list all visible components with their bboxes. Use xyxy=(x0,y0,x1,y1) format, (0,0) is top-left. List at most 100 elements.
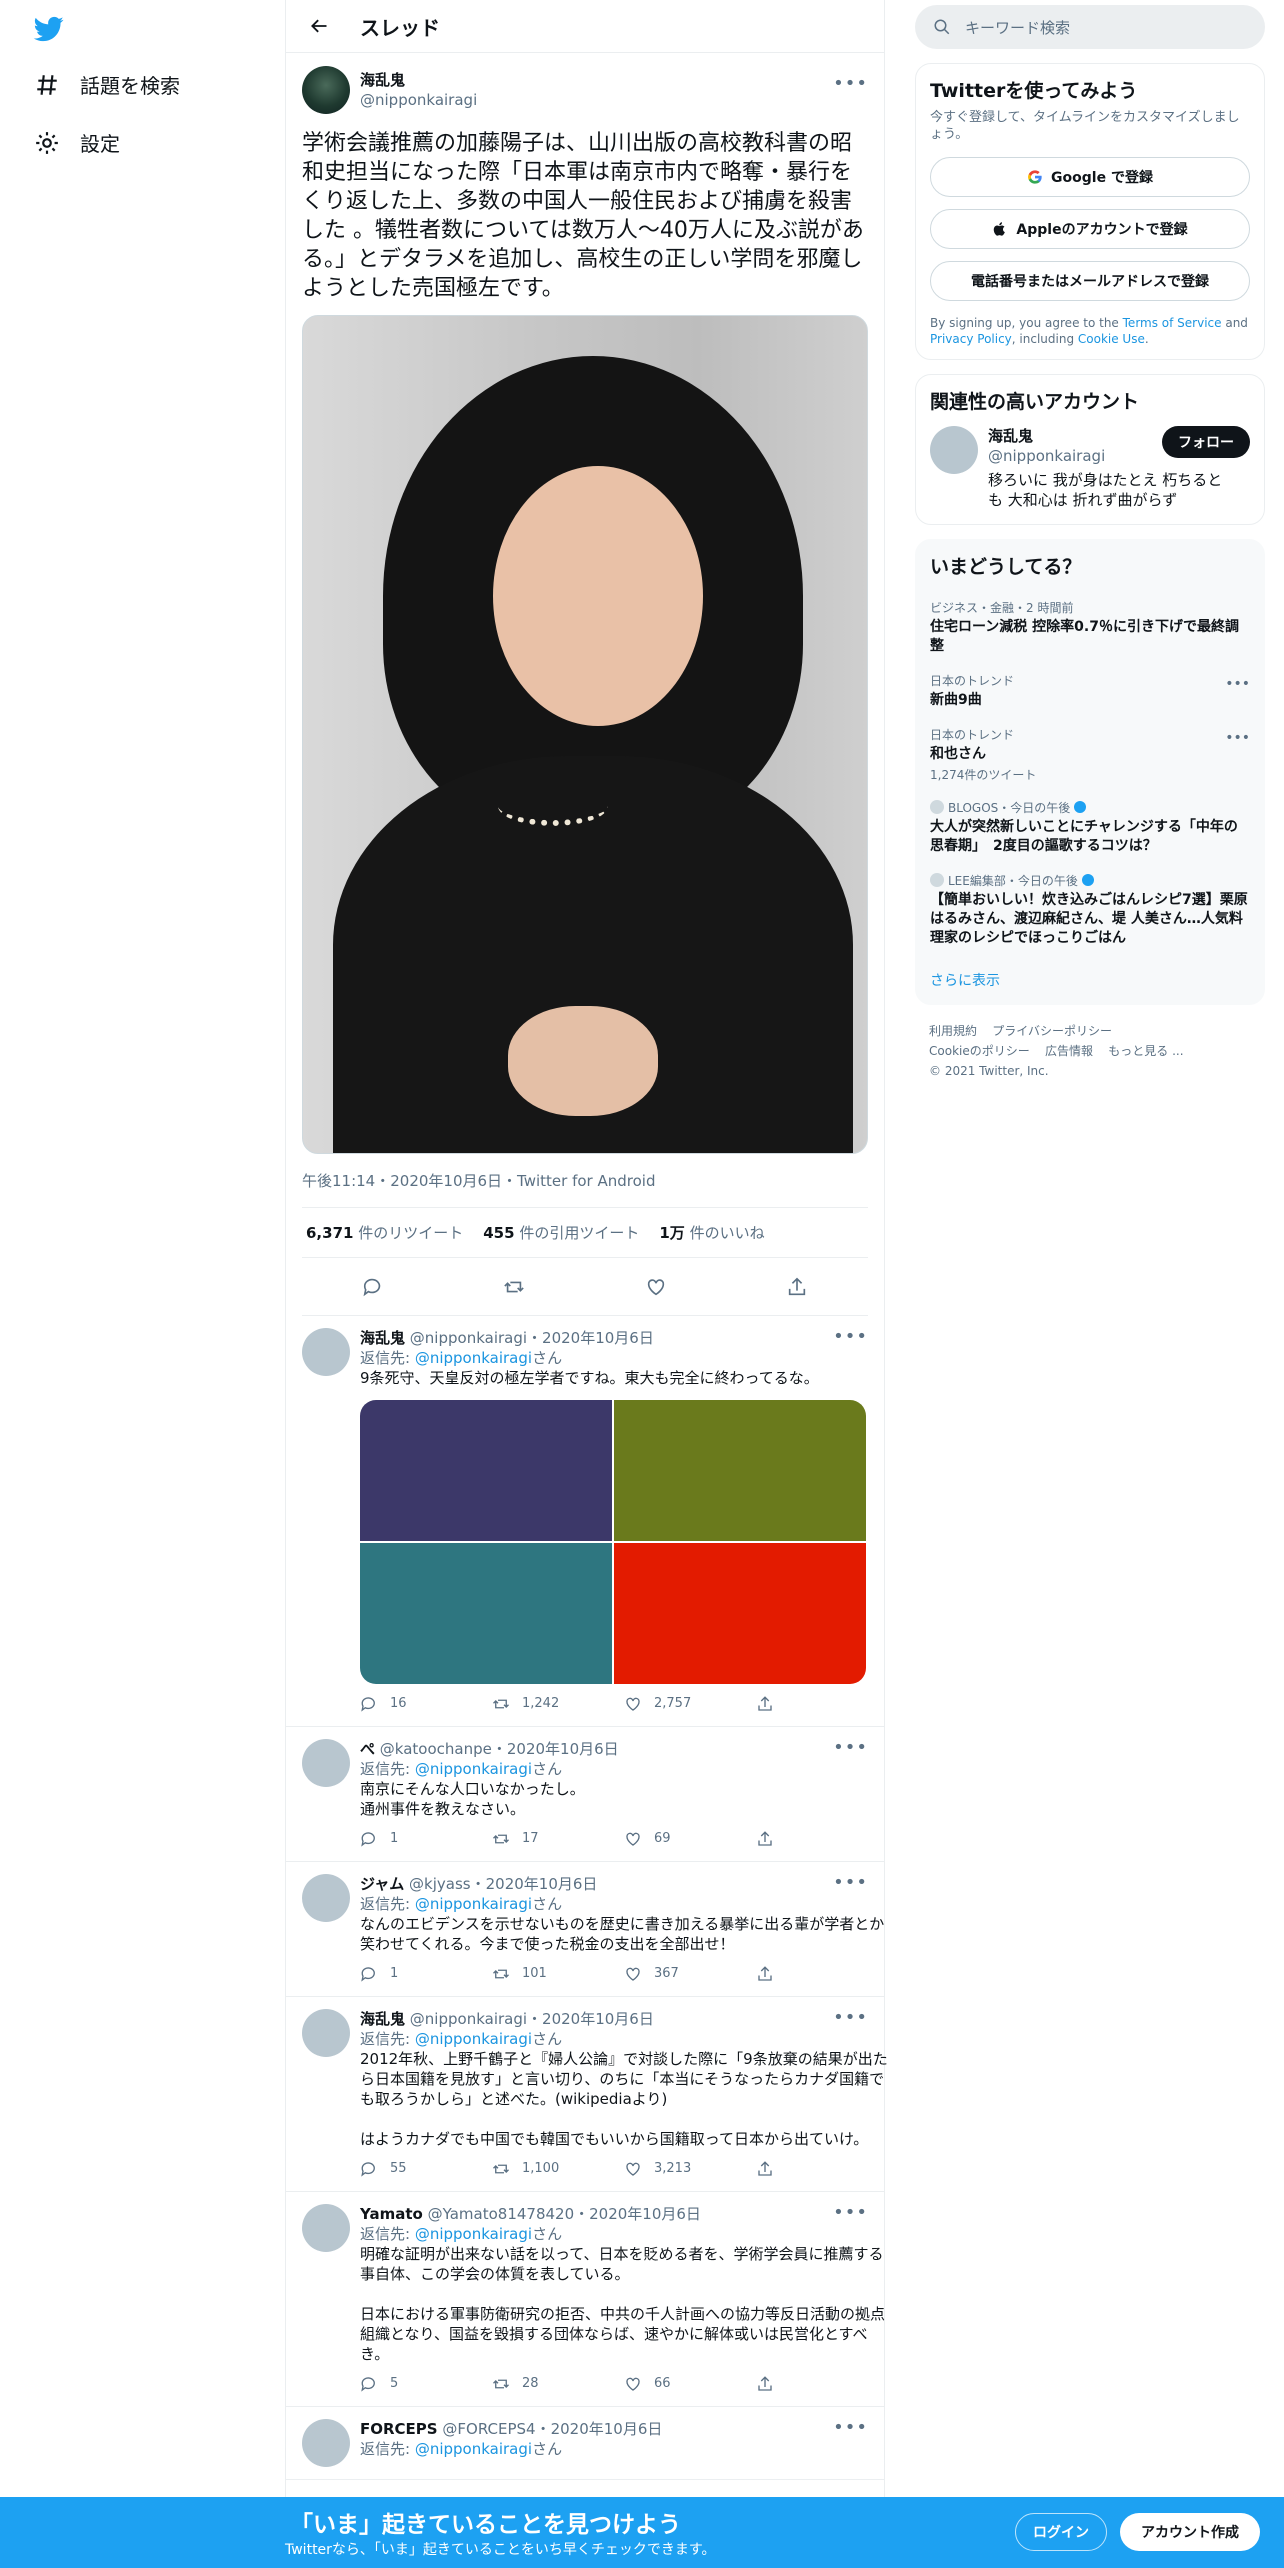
footer-link[interactable]: 利用規約 xyxy=(929,1024,977,1038)
reply-tweet[interactable]: ジャム @kjyass・2020年10月6日 返信先: @nipponkaira… xyxy=(286,1862,884,1997)
trend-item[interactable]: BLOGOS・今日の午後 大人が突然新しいことにチャレンジする「中年の思春期」 … xyxy=(916,791,1264,864)
tweet-author[interactable]: 海乱鬼 @nipponkairagi ••• xyxy=(302,65,868,115)
media-tile[interactable] xyxy=(360,1400,612,1541)
reply-date[interactable]: ・2020年10月6日 xyxy=(492,1740,619,1758)
tweet-photo[interactable] xyxy=(302,315,868,1154)
media-tile[interactable] xyxy=(360,1543,612,1684)
retweet-button[interactable]: 1,242 xyxy=(492,1694,624,1714)
reply-author-handle[interactable]: @nipponkairagi xyxy=(410,1329,527,1347)
reply-date[interactable]: ・2020年10月6日 xyxy=(471,1875,598,1893)
avatar[interactable] xyxy=(302,1739,350,1787)
more-options-icon[interactable]: ••• xyxy=(833,2417,868,2438)
avatar[interactable] xyxy=(302,2419,350,2467)
more-options-icon[interactable]: ••• xyxy=(833,2202,868,2223)
retweet-icon[interactable] xyxy=(503,1276,525,1298)
share-button[interactable] xyxy=(756,2159,888,2179)
more-options-icon[interactable]: ••• xyxy=(1225,730,1250,746)
like-button[interactable]: 69 xyxy=(624,1829,756,1849)
like-button[interactable]: 66 xyxy=(624,2374,756,2394)
reply-button[interactable]: 55 xyxy=(360,2159,492,2179)
like-button[interactable]: 2,757 xyxy=(624,1694,756,1714)
share-button[interactable] xyxy=(756,1964,888,1984)
reply-icon[interactable] xyxy=(362,1276,384,1298)
reply-button[interactable]: 16 xyxy=(360,1694,492,1714)
retweet-button[interactable]: 101 xyxy=(492,1964,624,1984)
reply-to-link[interactable]: @nipponkairagi xyxy=(415,2440,532,2458)
avatar[interactable] xyxy=(302,1874,350,1922)
reply-tweet[interactable]: Yamato @Yamato81478420・2020年10月6日 返信先: @… xyxy=(286,2192,885,2407)
more-options-icon[interactable]: ••• xyxy=(833,2007,868,2028)
reply-author-handle[interactable]: @FORCEPS4 xyxy=(442,2420,535,2438)
more-options-icon[interactable]: ••• xyxy=(833,1737,868,1758)
reply-date[interactable]: ・2020年10月6日 xyxy=(527,2010,654,2028)
reply-to-link[interactable]: @nipponkairagi xyxy=(415,1895,532,1913)
reply-tweet[interactable]: 海乱鬼 @nipponkairagi・2020年10月6日 返信先: @nipp… xyxy=(286,1997,888,2192)
reply-media-grid[interactable] xyxy=(360,1400,866,1684)
reply-tweet[interactable]: 海乱鬼 @nipponkairagi・2020年10月6日 返信先: @nipp… xyxy=(286,1316,884,1727)
reply-to-link[interactable]: @nipponkairagi xyxy=(415,1760,532,1778)
share-button[interactable] xyxy=(756,1829,888,1849)
reply-button[interactable]: 1 xyxy=(360,1829,492,1849)
trend-item[interactable]: ビジネス・金融・2 時間前 住宅ローン減税 控除率0.7％に引き下げで最終調整 xyxy=(916,591,1264,664)
footer-link[interactable]: プライバシーポリシー xyxy=(992,1024,1112,1038)
reply-date[interactable]: ・2020年10月6日 xyxy=(574,2205,701,2223)
retweet-button[interactable]: 28 xyxy=(492,2374,624,2394)
avatar[interactable] xyxy=(302,2204,350,2252)
reply-button[interactable]: 5 xyxy=(360,2374,492,2394)
more-options-icon[interactable]: ••• xyxy=(1225,676,1250,692)
reply-tweet[interactable]: ぺ @katoochanpe・2020年10月6日 返信先: @nipponka… xyxy=(286,1727,884,1862)
reply-author-handle[interactable]: @Yamato81478420 xyxy=(428,2205,575,2223)
like-stat[interactable]: 1万 件のいいね xyxy=(659,1222,764,1243)
reply-author-name[interactable]: Yamato xyxy=(360,2205,423,2223)
media-tile[interactable] xyxy=(614,1543,866,1684)
login-button[interactable]: ログイン xyxy=(1015,2513,1107,2551)
related-account[interactable]: 海乱鬼 @nipponkairagi 移ろいに 我が身はたとえ 朽ちるとも 大和… xyxy=(916,426,1264,524)
terms-of-service-link[interactable]: Terms of Service xyxy=(1123,316,1222,330)
privacy-policy-link[interactable]: Privacy Policy xyxy=(930,332,1012,346)
phone-email-signup-button[interactable]: 電話番号またはメールアドレスで登録 xyxy=(930,261,1250,301)
reply-button[interactable]: 1 xyxy=(360,1964,492,1984)
trend-item[interactable]: 日本のトレンド 新曲9曲 ••• xyxy=(916,664,1264,718)
avatar[interactable] xyxy=(302,1328,350,1376)
reply-to-link[interactable]: @nipponkairagi xyxy=(415,2030,532,2048)
google-signup-button[interactable]: Google で登録 xyxy=(930,157,1250,197)
footer-link[interactable]: もっと見る ... xyxy=(1108,1044,1183,1058)
media-tile[interactable] xyxy=(614,1400,866,1541)
reply-author-handle[interactable]: @kjyass xyxy=(409,1875,471,1893)
reply-author-name[interactable]: FORCEPS xyxy=(360,2420,438,2438)
signup-button[interactable]: アカウント作成 xyxy=(1120,2513,1260,2551)
trend-item[interactable]: 日本のトレンド 和也さん 1,274件のツイート ••• xyxy=(916,718,1264,791)
more-options-icon[interactable]: ••• xyxy=(833,73,868,94)
share-icon[interactable] xyxy=(786,1276,808,1298)
avatar[interactable] xyxy=(302,2009,350,2057)
reply-author-name[interactable]: 海乱鬼 xyxy=(360,1329,405,1347)
share-button[interactable] xyxy=(756,2374,888,2394)
reply-author-name[interactable]: 海乱鬼 xyxy=(360,2010,405,2028)
footer-link[interactable]: Cookieのポリシー xyxy=(929,1044,1030,1058)
reply-author-handle[interactable]: @nipponkairagi xyxy=(410,2010,527,2028)
trend-item[interactable]: LEE編集部・今日の午後 【簡単おいしい！炊き込みごはんレシピ7選】栗原はるみさ… xyxy=(916,864,1264,956)
reply-author-name[interactable]: ジャム xyxy=(360,1875,404,1893)
author-name[interactable]: 海乱鬼 xyxy=(360,70,477,90)
like-button[interactable]: 3,213 xyxy=(624,2159,756,2179)
nav-settings[interactable]: 設定 xyxy=(34,128,120,157)
cookie-use-link[interactable]: Cookie Use xyxy=(1078,332,1145,346)
reply-to-link[interactable]: @nipponkairagi xyxy=(415,2225,532,2243)
retweet-stat[interactable]: 6,371 件のリツイート xyxy=(306,1222,463,1243)
quote-stat[interactable]: 455 件の引用ツイート xyxy=(483,1222,639,1243)
retweet-button[interactable]: 17 xyxy=(492,1829,624,1849)
twitter-logo-icon[interactable] xyxy=(32,14,66,44)
reply-date[interactable]: ・2020年10月6日 xyxy=(536,2420,663,2438)
search-input[interactable]: キーワード検索 xyxy=(915,5,1265,49)
back-button[interactable] xyxy=(302,9,336,43)
reply-author-name[interactable]: ぺ xyxy=(360,1740,375,1758)
author-handle[interactable]: @nipponkairagi xyxy=(360,90,477,110)
reply-date[interactable]: ・2020年10月6日 xyxy=(527,1329,654,1347)
reply-tweet[interactable]: FORCEPS @FORCEPS4・2020年10月6日 返信先: @nippo… xyxy=(286,2407,884,2480)
follow-button[interactable]: フォロー xyxy=(1162,426,1250,458)
avatar[interactable] xyxy=(930,426,978,474)
avatar[interactable] xyxy=(302,66,350,114)
retweet-button[interactable]: 1,100 xyxy=(492,2159,624,2179)
apple-signup-button[interactable]: Appleのアカウントで登録 xyxy=(930,209,1250,249)
like-button[interactable]: 367 xyxy=(624,1964,756,1984)
